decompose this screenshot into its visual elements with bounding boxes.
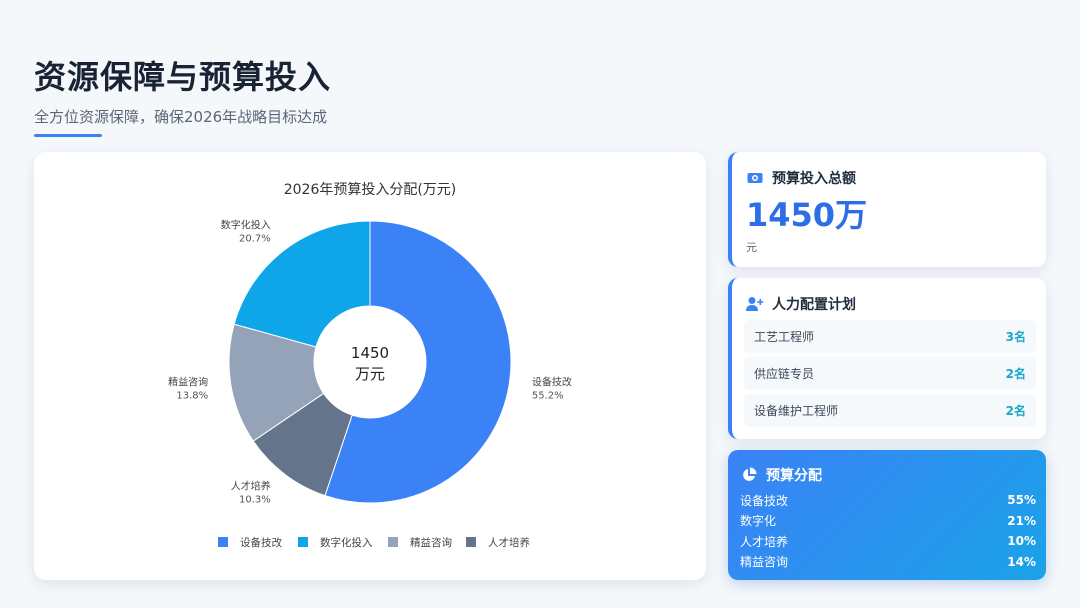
- page-subtitle: 全方位资源保障，确保2026年战略目标达成: [34, 108, 328, 126]
- staffing-role: 设备维护工程师: [754, 404, 839, 418]
- staffing-row: 供应链专员 2名: [744, 357, 1036, 390]
- staffing-card-header: 人力配置计划: [746, 294, 856, 314]
- budget-unit: 元: [746, 241, 757, 254]
- slice-percent: 55.2%: [532, 391, 564, 402]
- budget-card: 预算投入总额 1450万 元: [728, 152, 1046, 267]
- allocation-label: 人才培养: [740, 534, 789, 549]
- staffing-count: 2名: [1005, 404, 1026, 418]
- chart-card: 2026年预算投入分配(万元) 设备技改 55.2% 数字化投入 20.7% 精益咨询 13…: [34, 152, 706, 580]
- allocation-percent: 21%: [1007, 513, 1036, 528]
- staffing-card: 人力配置计划 工艺工程师 3名 供应链专员 2名 设备维护工程师 2名: [728, 278, 1046, 439]
- legend-swatch: [218, 537, 228, 547]
- allocation-percent: 14%: [1007, 554, 1036, 569]
- allocation-row: 精益咨询 14%: [740, 552, 1036, 573]
- title-underline: [34, 134, 102, 137]
- allocation-label: 数字化: [740, 514, 777, 529]
- legend-label: 人才培养: [488, 536, 530, 549]
- staffing-row: 工艺工程师 3名: [744, 320, 1036, 353]
- allocation-row: 人才培养 10%: [740, 531, 1036, 552]
- allocation-percent: 10%: [1007, 534, 1036, 549]
- pie-chart-icon: [740, 466, 758, 484]
- staffing-role: 供应链专员: [754, 367, 815, 381]
- allocation-card-header: 预算分配: [740, 465, 822, 485]
- allocation-card-title: 预算分配: [766, 468, 822, 484]
- allocation-row: 设备技改 55%: [740, 490, 1036, 511]
- staffing-list: 工艺工程师 3名 供应链专员 2名 设备维护工程师 2名: [744, 320, 1036, 431]
- center-value: 1450: [351, 344, 389, 362]
- slice-percent: 13.8%: [176, 391, 208, 402]
- donut-chart: 2026年预算投入分配(万元) 设备技改 55.2% 数字化投入 20.7% 精益咨询 13…: [168, 182, 572, 549]
- allocation-list: 设备技改 55% 数字化 21% 人才培养 10% 精益咨询 14%: [740, 490, 1036, 572]
- slice-label: 设备技改: [532, 376, 572, 389]
- legend-label: 精益咨询: [410, 536, 452, 549]
- allocation-row: 数字化 21%: [740, 511, 1036, 532]
- money-icon: [746, 169, 764, 187]
- allocation-label: 精益咨询: [740, 555, 789, 570]
- slice-label: 人才培养: [231, 480, 271, 493]
- slice-percent: 20.7%: [239, 233, 271, 244]
- allocation-percent: 55%: [1007, 493, 1036, 508]
- budget-card-title: 预算投入总额: [772, 171, 856, 187]
- staffing-role: 工艺工程师: [754, 330, 815, 344]
- legend-label: 设备技改: [240, 536, 282, 549]
- allocation-card: 预算分配 设备技改 55% 数字化 21% 人才培养 10% 精益咨询 14%: [728, 450, 1046, 580]
- user-plus-icon: [746, 295, 764, 313]
- legend-swatch: [466, 537, 476, 547]
- page-title: 资源保障与预算投入: [34, 58, 332, 96]
- legend-swatch: [298, 537, 308, 547]
- legend-swatch: [388, 537, 398, 547]
- budget-card-header: 预算投入总额: [746, 168, 856, 188]
- budget-total-value: 1450万: [746, 196, 868, 234]
- allocation-label: 设备技改: [740, 493, 789, 508]
- legend-label: 数字化投入: [320, 536, 373, 549]
- staffing-count: 3名: [1005, 330, 1026, 344]
- chart-title: 2026年预算投入分配(万元): [284, 182, 457, 198]
- center-unit: 万元: [355, 365, 385, 383]
- slice-label: 数字化投入: [221, 218, 271, 231]
- slice-label: 精益咨询: [168, 376, 208, 389]
- staffing-count: 2名: [1005, 367, 1026, 381]
- staffing-row: 设备维护工程师 2名: [744, 394, 1036, 427]
- staffing-card-title: 人力配置计划: [772, 297, 856, 313]
- slice-percent: 10.3%: [239, 495, 271, 506]
